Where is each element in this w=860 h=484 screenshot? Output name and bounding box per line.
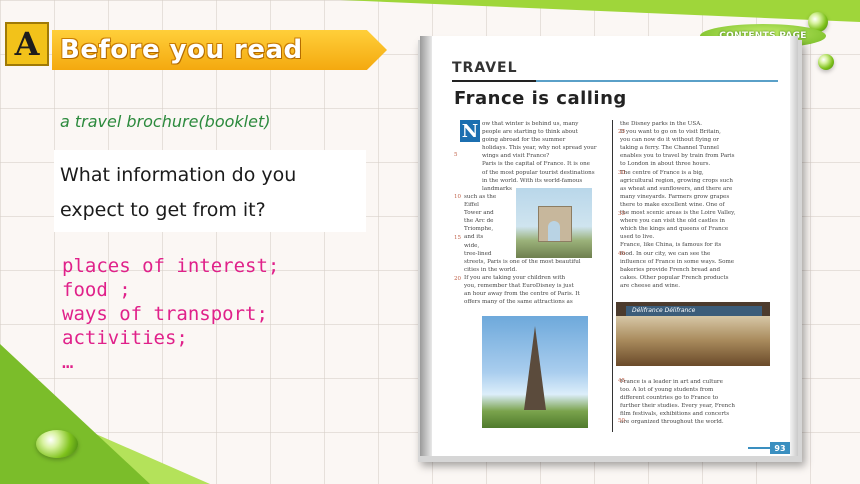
- line-number: 20: [454, 276, 461, 282]
- article-line: different countries go to France to: [620, 395, 719, 402]
- article-column: France is a leader in art and culture too…: [620, 378, 774, 427]
- subtitle: a travel brochure(booklet): [60, 112, 271, 131]
- green-sphere-decoration: [36, 430, 78, 458]
- article-column: the Disney parks in the USA. If you want …: [620, 120, 774, 290]
- article-line: cities in the world.: [464, 267, 518, 274]
- bakery-photo: Délifrance Délifrance: [616, 302, 770, 366]
- article-line: Eiffel: [464, 202, 479, 209]
- page-title: Before you read: [60, 35, 303, 65]
- article-line: people are starting to think about: [482, 129, 578, 136]
- article-line: and its: [464, 234, 484, 241]
- line-number: 35: [618, 211, 625, 217]
- title-banner: Before you read: [52, 30, 387, 70]
- article-line: you can now do it without flying or: [620, 137, 719, 144]
- magazine-page: TRAVEL France is calling N ow that winte…: [420, 36, 798, 456]
- article-line: enables you to travel by train from Pari…: [620, 153, 735, 160]
- question-line: expect to get from it?: [60, 199, 266, 221]
- answer-item: places of interest;: [62, 255, 280, 277]
- article-line: If you are taking your children with: [464, 275, 566, 282]
- article-line: of the most popular tourist destinations: [482, 169, 595, 176]
- article-line: too. A lot of young students from: [620, 387, 714, 394]
- article-line: the most scenic areas is the Loire Valle…: [620, 210, 736, 217]
- article-line: the Disney parks in the USA.: [620, 121, 703, 127]
- shop-sign: Délifrance Délifrance: [626, 306, 762, 316]
- article-line: bakeries provide French bread and: [620, 266, 721, 273]
- article-line: many vineyards. Farmers grow grapes: [620, 193, 730, 200]
- article-line: ow that winter is behind us, many: [482, 121, 579, 127]
- line-number: 5: [454, 152, 458, 158]
- line-number: 25: [618, 129, 625, 135]
- article-line: where you can visit the old castles in: [620, 218, 726, 225]
- tower-shape: [524, 326, 546, 410]
- column-divider: [612, 120, 613, 432]
- article-line: an hour away from the centre of Paris. I…: [464, 291, 580, 298]
- line-number: 40: [618, 251, 625, 257]
- green-sphere-decoration: [818, 54, 834, 70]
- article-line: wings and visit France?: [482, 153, 550, 160]
- section-label: TRAVEL: [452, 60, 518, 76]
- article-line: the Arc de: [464, 218, 494, 225]
- article-line: wide,: [464, 242, 480, 249]
- article-line: France is a leader in art and culture: [620, 379, 723, 385]
- article-line: which the kings and queens of France: [620, 226, 729, 233]
- page-spine: [420, 36, 432, 456]
- article-line: such as the: [464, 194, 497, 200]
- article-line: offers many of the same attractions as: [464, 299, 573, 306]
- article-line: If you want to go on to visit Britain,: [620, 129, 721, 136]
- answer-item: food ;: [62, 279, 131, 301]
- article-column: such as the Eiffel Tower and the Arc de Trio…: [464, 193, 514, 258]
- page-number: 93: [770, 442, 790, 454]
- article-line: agricultural region, growing crops such: [620, 177, 733, 184]
- article-title: France is calling: [454, 88, 627, 109]
- article-line: as wheat and sunflowers, and there are: [620, 185, 733, 192]
- line-number: 50: [618, 418, 625, 424]
- article-column: ow that winter is behind us, many people …: [482, 120, 610, 193]
- article-line: The centre of France is a big,: [620, 169, 704, 176]
- arc-de-triomphe-photo: [516, 188, 592, 258]
- article-line: streets, Paris is one of the most beauti…: [464, 259, 581, 265]
- article-line: taking a ferry. The Channel Tunnel: [620, 145, 719, 152]
- article-line: holidays. This year, why not spread your: [482, 145, 597, 152]
- article-line: to London in about three hours.: [620, 161, 711, 168]
- article-line: Tower and: [464, 210, 494, 217]
- eiffel-tower-photo: [482, 316, 588, 428]
- line-number: 30: [618, 170, 625, 176]
- article-line: cakes. Other popular French products: [620, 274, 729, 281]
- article-line: there to make excellent wine. One of: [620, 201, 725, 208]
- line-number: 10: [454, 194, 461, 200]
- arc-shape: [538, 206, 572, 242]
- drop-cap: N: [460, 120, 480, 142]
- answer-list: places of interest; food ; ways of trans…: [62, 254, 279, 374]
- line-number: 45: [618, 378, 625, 384]
- question-box: What information do you expect to get fr…: [54, 150, 366, 232]
- article-line: France, like China, is famous for its: [620, 242, 722, 249]
- line-number: 15: [454, 235, 461, 241]
- article-line: used to live.: [620, 234, 655, 241]
- article-line: influence of France in some ways. Some: [620, 258, 735, 265]
- page-number-rule: [748, 447, 770, 449]
- article-line: are organized throughout the world.: [620, 419, 724, 426]
- answer-item: ways of transport;: [62, 303, 268, 325]
- article-line: tree-lined: [464, 250, 492, 257]
- answer-item: …: [62, 351, 74, 373]
- article-line: going abroad for the summer: [482, 137, 566, 144]
- article-line: further their studies. Every year, Frenc…: [620, 403, 735, 410]
- section-badge: A: [5, 22, 49, 66]
- top-green-stripe: [340, 0, 860, 22]
- article-line: food. In our city, we can see the: [620, 250, 711, 257]
- page-edge: [790, 36, 798, 456]
- article-line: are cheese and wine.: [620, 282, 680, 289]
- article-line: Triomphe,: [464, 226, 494, 233]
- article-line: in the world. With its world-famous: [482, 177, 583, 184]
- article-line: film festivals, exhibitions and concerts: [620, 411, 730, 418]
- question-line: What information do you: [60, 164, 297, 186]
- article-line: you, remember that EuroDisney is just: [464, 283, 574, 290]
- answer-item: activities;: [62, 327, 188, 349]
- article-line: Paris is the capital of France. It is on…: [482, 161, 590, 168]
- article-column: streets, Paris is one of the most beauti…: [464, 258, 610, 307]
- section-rule-accent: [452, 80, 536, 82]
